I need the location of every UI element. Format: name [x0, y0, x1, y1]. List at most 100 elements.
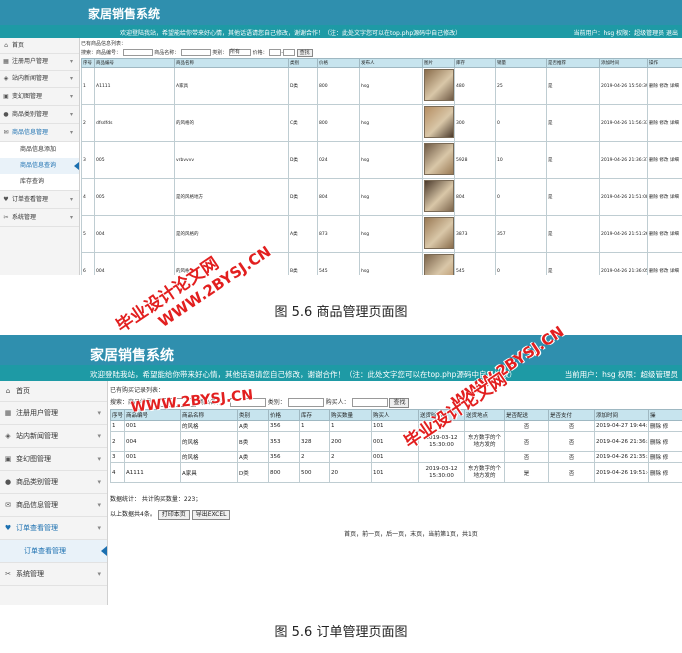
sidebar-item-home[interactable]: ⌂ 首页	[0, 381, 107, 402]
app-header: 家居销售系统	[0, 335, 682, 365]
column-header: 序号	[110, 409, 125, 421]
home-icon: ⌂	[5, 387, 11, 395]
export-excel-button[interactable]: 导出EXCEL	[191, 510, 231, 520]
table-cell: 2019-04-26 21:35:55	[594, 451, 649, 463]
table-cell	[422, 104, 455, 142]
search-button[interactable]: 查找	[389, 397, 410, 408]
sidebar-item-news[interactable]: ◈ 站内新闻管理 ▾	[0, 425, 107, 448]
column-header: 操作	[647, 58, 682, 68]
table-row: 4 A1111 A家具 D类 800 500 20 101 2019-03-12 15:30:0…	[110, 462, 682, 483]
total-text: 以上数据共4条。	[110, 511, 156, 518]
table-cell: hsg	[359, 104, 423, 142]
chevron-down-icon: ▾	[69, 111, 73, 118]
column-header: 库存	[299, 409, 330, 421]
table-cell[interactable]: 删除 修改 详细	[647, 215, 682, 253]
chevron-down-icon: ▾	[69, 129, 73, 136]
table-cell: vrbvvvv	[174, 141, 289, 179]
sidebar-item-slides[interactable]: ▣ 变幻图管理 ▾	[0, 88, 79, 106]
table-cell	[464, 420, 505, 432]
table-cell: 004	[94, 215, 175, 253]
chevron-down-icon: ▾	[97, 570, 101, 578]
column-header: 序号	[81, 58, 95, 68]
table-cell[interactable]: 删除 修	[648, 462, 682, 483]
table-cell[interactable]: 删除 修	[648, 431, 682, 452]
heart-icon: ♥	[4, 524, 12, 532]
table-cell: 2019-04-26 21:36:05	[599, 252, 648, 275]
price-min-input[interactable]	[269, 49, 282, 56]
table-cell: 001	[124, 420, 181, 432]
product-name-input[interactable]	[180, 49, 211, 56]
table-cell[interactable]: 删除 修改 详细	[647, 67, 682, 105]
sidebar-item-products[interactable]: ✉ 商品信息管理 ▾	[0, 124, 79, 142]
sidebar-item-news[interactable]: ◈ 站内新闻管理 ▾	[0, 71, 79, 88]
sidebar-item-home[interactable]: ⌂ 首页	[0, 38, 79, 54]
print-button[interactable]: 打印本页	[157, 510, 190, 520]
table-cell: 否	[504, 420, 549, 432]
table-cell	[464, 451, 505, 463]
table-cell: 328	[299, 431, 330, 452]
table-row: 6 004 的风格 B类 545 hsg 545 0 是 2019-04-26 21:36:05 删…	[81, 252, 682, 275]
sub-item-stock-query[interactable]: 库存查询	[0, 174, 79, 191]
table-cell[interactable]: 删除 修	[648, 420, 682, 432]
table-cell: C类	[288, 104, 318, 142]
sidebar-item-categories[interactable]: ● 商品类别管理 ▾	[0, 106, 79, 124]
sidebar-item-orders[interactable]: ♥ 订单查看管理 ▾	[0, 191, 79, 209]
search-button[interactable]: 查找	[296, 48, 313, 57]
column-header: 销量	[495, 58, 547, 68]
main-content: 已有商品信息列表： 搜索：商品编号： 商品名称： 类别： 所有 价格： - 查找…	[81, 40, 682, 275]
sidebar-item-products[interactable]: ✉ 商品信息管理 ▾	[0, 494, 107, 517]
search-bar: 搜索：商品编号： 商品名称： 类别： 所有 价格： - 查找	[81, 48, 682, 58]
table-cell: hsg	[359, 67, 423, 105]
table-cell: 1	[299, 420, 330, 432]
table-row: 4 005 是的风格地方 D类 804 hsg 804 0 是 2019-04-26 21:51:…	[81, 178, 682, 216]
column-header: 添加时间	[594, 409, 649, 421]
table-cell[interactable]: 删除 修改 详细	[647, 104, 682, 142]
sidebar-item-system[interactable]: ✂ 系统管理 ▾	[0, 209, 79, 227]
table-cell: 是	[504, 462, 549, 483]
pager[interactable]: 首页，前一页，后一页，末页，当前第1页，共1页	[110, 529, 682, 538]
product-code-input[interactable]	[122, 49, 153, 56]
welcome-bar: 欢迎登陆我站，希望能给你带来好心情，其他话语请您自己修改，谢谢合作！（注：此处文…	[0, 365, 682, 381]
app-title: 家居销售系统	[90, 348, 174, 364]
table-cell: 800	[317, 67, 360, 105]
sidebar-item-system[interactable]: ✂ 系统管理 ▾	[0, 563, 107, 586]
product-management-screenshot: 家居销售系统 欢迎登陆我站，希望能给你带来好心情，其他话语请您自己修改，谢谢合作…	[0, 0, 682, 275]
column-header: 操	[648, 409, 682, 421]
table-cell[interactable]: 删除 修改 详细	[647, 141, 682, 179]
sidebar-item-orders[interactable]: ♥ 订单查看管理 ▾	[0, 517, 107, 540]
table-cell	[422, 178, 455, 216]
sidebar-item-slides[interactable]: ▣ 变幻图管理 ▾	[0, 448, 107, 471]
welcome-text: 欢迎登陆我站，希望能给你带来好心情，其他话语请您自己修改，谢谢合作！（注：此处文…	[120, 30, 462, 37]
table-cell: 的风格	[180, 431, 238, 452]
table-cell[interactable]: 删除 修	[648, 451, 682, 463]
table-cell: 的风格的	[174, 104, 289, 142]
price-max-input[interactable]	[283, 49, 296, 56]
table-cell: 是	[546, 141, 600, 179]
sub-item-add-product[interactable]: 商品信息添加	[0, 142, 79, 158]
sidebar-item-users[interactable]: ▦ 注册用户管理 ▾	[0, 54, 79, 71]
table-cell: 1	[329, 420, 372, 432]
product-thumbnail	[424, 254, 454, 275]
sub-item-query-product[interactable]: 商品信息查询	[0, 158, 79, 174]
sidebar-item-categories[interactable]: ● 商品类别管理 ▾	[0, 471, 107, 494]
column-header: 价格	[317, 58, 360, 68]
table-cell: 2019-04-26 11:56:33	[599, 104, 648, 142]
sub-item-order-view[interactable]: 订单查看管理	[0, 540, 107, 563]
category-select[interactable]: 所有	[229, 49, 252, 56]
category-input[interactable]	[287, 398, 324, 407]
table-cell: hsg	[359, 141, 423, 179]
table-cell: 6	[81, 252, 95, 275]
news-icon: ◈	[3, 75, 9, 82]
table-cell: 的风格	[180, 451, 238, 463]
column-header: 是否支付	[548, 409, 595, 421]
table-cell: A类	[237, 451, 269, 463]
chevron-down-icon: ▾	[69, 196, 73, 203]
table-cell	[418, 451, 465, 463]
buyer-input[interactable]	[351, 398, 388, 407]
table-cell: 356	[268, 451, 300, 463]
sidebar-item-users[interactable]: ▦ 注册用户管理 ▾	[0, 402, 107, 425]
table-cell[interactable]: 删除 修改 详细	[647, 178, 682, 216]
table-cell[interactable]: 删除 修改 详细	[647, 252, 682, 275]
table-cell: 否	[504, 451, 549, 463]
column-header: 商品名称	[174, 58, 289, 68]
